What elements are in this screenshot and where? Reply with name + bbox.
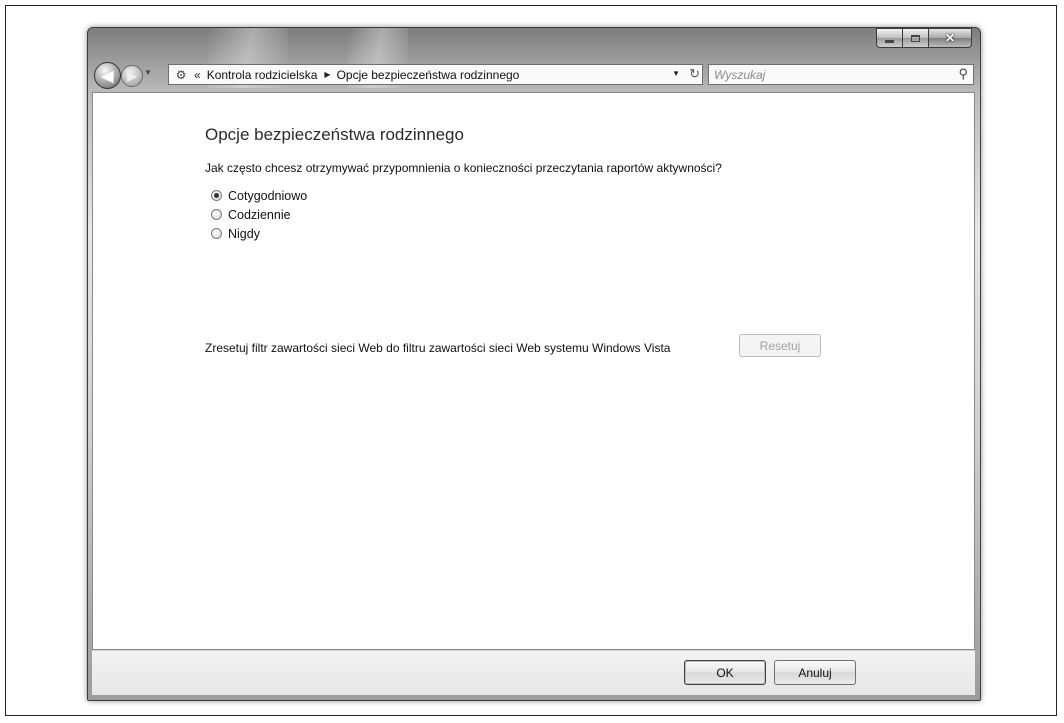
reminder-frequency-group: Cotygodniowo Codziennie Nigdy bbox=[211, 186, 307, 243]
search-box[interactable]: Wyszukaj ⚲ bbox=[708, 64, 974, 85]
radio-option-weekly[interactable]: Cotygodniowo bbox=[211, 186, 307, 205]
search-icon[interactable]: ⚲ bbox=[958, 66, 968, 82]
refresh-icon[interactable]: ↻ bbox=[689, 66, 700, 82]
radio-option-never[interactable]: Nigdy bbox=[211, 224, 307, 243]
content-pane: Opcje bezpieczeństwa rodzinnego Jak częs… bbox=[92, 92, 975, 650]
back-arrow-icon: ◀ bbox=[101, 67, 114, 85]
forward-arrow-icon: ▶ bbox=[127, 69, 137, 83]
reset-filter-text: Zresetuj filtr zawartości sieci Web do f… bbox=[205, 341, 671, 355]
page-title: Opcje bezpieczeństwa rodzinnego bbox=[205, 125, 464, 144]
address-dropdown-icon[interactable]: ▼ bbox=[672, 69, 680, 78]
breadcrumb-overflow[interactable]: « bbox=[194, 68, 201, 82]
breadcrumb-item-family-safety-options[interactable]: Opcje bezpieczeństwa rodzinnego bbox=[337, 68, 520, 82]
close-button[interactable]: ✕ bbox=[929, 28, 972, 48]
radio-label[interactable]: Codziennie bbox=[228, 208, 291, 222]
dialog-window: ✕ ◀ ▶ ▼ ⚙ « Kontrola rodzicielska ▶ Opcj… bbox=[87, 27, 981, 701]
address-bar[interactable]: ⚙ « Kontrola rodzicielska ▶ Opcje bezpie… bbox=[168, 64, 703, 85]
navigation-bar: ◀ ▶ ▼ ⚙ « Kontrola rodzicielska ▶ Opcje … bbox=[88, 60, 980, 90]
ok-button[interactable]: OK bbox=[684, 660, 766, 685]
radio-label[interactable]: Cotygodniowo bbox=[228, 189, 307, 203]
radio-option-daily[interactable]: Codziennie bbox=[211, 205, 307, 224]
parental-controls-icon: ⚙ bbox=[175, 67, 187, 82]
radio-label[interactable]: Nigdy bbox=[228, 227, 260, 241]
history-dropdown-icon[interactable]: ▼ bbox=[144, 68, 152, 77]
forward-button[interactable]: ▶ bbox=[121, 65, 143, 87]
back-button[interactable]: ◀ bbox=[94, 62, 121, 89]
minimize-button[interactable] bbox=[876, 28, 903, 48]
reset-button[interactable]: Resetuj bbox=[739, 334, 821, 357]
caption-buttons: ✕ bbox=[876, 28, 972, 48]
close-icon: ✕ bbox=[944, 31, 956, 45]
reminder-question: Jak często chcesz otrzymywać przypomnien… bbox=[205, 161, 722, 175]
radio-button-selected[interactable] bbox=[211, 190, 222, 201]
dialog-footer: OK Anuluj bbox=[92, 650, 975, 695]
maximize-icon bbox=[911, 34, 920, 42]
search-input[interactable]: Wyszukaj bbox=[714, 68, 765, 82]
maximize-button[interactable] bbox=[903, 28, 929, 48]
breadcrumb-item-parental-controls[interactable]: Kontrola rodzicielska bbox=[207, 68, 318, 82]
radio-button[interactable] bbox=[211, 209, 222, 220]
breadcrumb-separator-icon[interactable]: ▶ bbox=[324, 70, 330, 79]
radio-button[interactable] bbox=[211, 228, 222, 239]
cancel-button[interactable]: Anuluj bbox=[774, 660, 856, 685]
radio-dot bbox=[214, 193, 219, 198]
minimize-icon bbox=[885, 39, 894, 43]
